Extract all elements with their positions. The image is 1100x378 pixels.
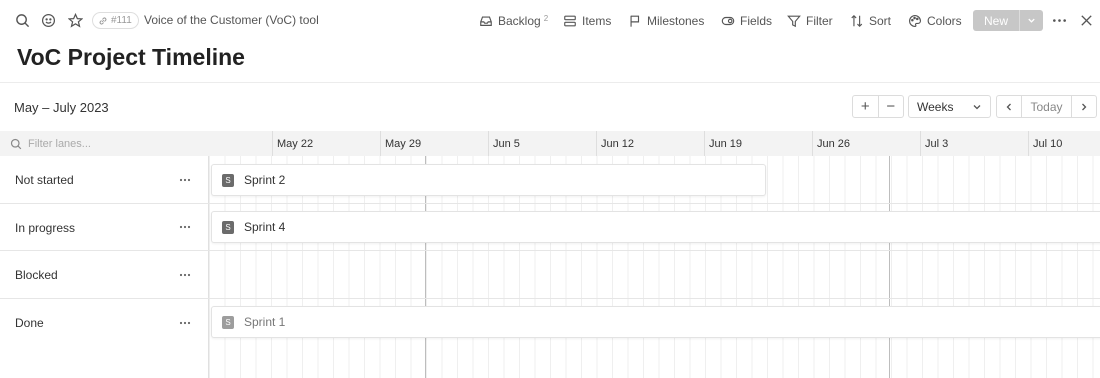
filter-lanes-input[interactable]: [28, 137, 178, 150]
search-icon: [10, 138, 22, 149]
close-icon[interactable]: [1078, 12, 1094, 28]
zoom-in-button[interactable]: +: [853, 96, 878, 117]
date-range-label: May – July 2023: [14, 100, 109, 115]
milestones-button[interactable]: Milestones: [628, 11, 704, 31]
lane-label-not-started[interactable]: Not started: [15, 173, 74, 187]
fields-label: Fields: [740, 14, 773, 28]
date-navigation: Today: [996, 95, 1097, 118]
filter-button[interactable]: Filter: [787, 11, 833, 31]
search-icon[interactable]: [14, 12, 30, 28]
lane-more-icon[interactable]: [178, 222, 192, 232]
palette-icon: [909, 15, 921, 27]
lane-label-in-progress[interactable]: In progress: [15, 221, 75, 235]
chevron-left-icon[interactable]: [997, 96, 1021, 117]
item-id-badge[interactable]: #111: [92, 12, 139, 29]
backlog-button[interactable]: Backlog 2: [479, 11, 548, 31]
scale-select[interactable]: Weeks: [908, 95, 991, 118]
sort-label: Sort: [869, 14, 892, 28]
new-button[interactable]: New: [973, 10, 1043, 31]
month-boundary: [889, 156, 890, 378]
week-header: May 22: [272, 131, 380, 156]
lane-column-border: [208, 156, 209, 378]
chevron-down-icon[interactable]: [1020, 10, 1043, 31]
timeline-item[interactable]: S Sprint 4: [211, 211, 1100, 243]
doc-title[interactable]: Voice of the Customer (VoC) tool: [144, 13, 319, 27]
inbox-icon: [480, 16, 492, 26]
lane-divider: [0, 203, 1100, 204]
chevron-right-icon[interactable]: [1072, 96, 1096, 117]
week-header: May 29: [380, 131, 488, 156]
item-label: Sprint 1: [244, 315, 286, 329]
lane-filter: [0, 131, 209, 156]
milestones-label: Milestones: [647, 14, 705, 28]
colors-button[interactable]: Colors: [908, 11, 962, 31]
star-icon[interactable]: [67, 12, 83, 28]
lane-label-done[interactable]: Done: [15, 316, 44, 330]
week-header: Jul 10: [1028, 131, 1100, 156]
week-header: Jun 5: [488, 131, 596, 156]
sprint-badge: S: [222, 173, 234, 187]
new-button-label[interactable]: New: [973, 10, 1019, 31]
sprint-badge: S: [222, 220, 234, 234]
week-header: Jun 12: [596, 131, 704, 156]
lane-more-icon[interactable]: [178, 270, 192, 280]
lane-divider: [0, 298, 1100, 299]
lane-more-icon[interactable]: [178, 175, 192, 185]
week-header: Jun 19: [704, 131, 812, 156]
week-header: Jun 26: [812, 131, 920, 156]
zoom-controls: + −: [852, 95, 904, 118]
page-title[interactable]: VoC Project Timeline: [17, 44, 245, 71]
lane-more-icon[interactable]: [178, 318, 192, 328]
item-id-text: #111: [111, 15, 132, 26]
sort-icon: [851, 14, 863, 28]
lane-divider: [0, 250, 1100, 251]
sprint-badge: S: [222, 315, 234, 329]
chevron-down-icon: [973, 104, 981, 109]
more-icon[interactable]: [1051, 12, 1067, 28]
zoom-out-button[interactable]: −: [879, 96, 904, 117]
divider: [0, 82, 1100, 83]
items-button[interactable]: Items: [563, 11, 611, 31]
items-label: Items: [582, 14, 612, 28]
item-label: Sprint 2: [244, 173, 286, 187]
link-icon: [99, 17, 107, 24]
flag-icon: [630, 15, 640, 27]
top-toolbar: #111 Voice of the Customer (VoC) tool Ba…: [0, 0, 1100, 40]
today-button[interactable]: Today: [1022, 96, 1071, 117]
week-header: Jul 3: [920, 131, 1028, 156]
filter-icon: [787, 15, 801, 28]
scale-value: Weeks: [917, 99, 954, 114]
timeline-item[interactable]: S Sprint 1: [211, 306, 1100, 338]
timeline-header: May 22 May 29 Jun 5 Jun 12 Jun 19 Jun 26…: [0, 131, 1100, 156]
lane-label-blocked[interactable]: Blocked: [15, 268, 58, 282]
colors-label: Colors: [927, 14, 962, 28]
sort-button[interactable]: Sort: [850, 11, 891, 31]
eye-icon: [721, 16, 735, 26]
backlog-count: 2: [543, 13, 549, 23]
item-label: Sprint 4: [244, 220, 286, 234]
timeline-item[interactable]: S Sprint 2: [211, 164, 766, 196]
emoji-icon[interactable]: [40, 12, 56, 28]
list-icon: [564, 15, 576, 27]
fields-button[interactable]: Fields: [721, 11, 772, 31]
backlog-label: Backlog: [498, 14, 541, 28]
filter-label: Filter: [806, 14, 833, 28]
